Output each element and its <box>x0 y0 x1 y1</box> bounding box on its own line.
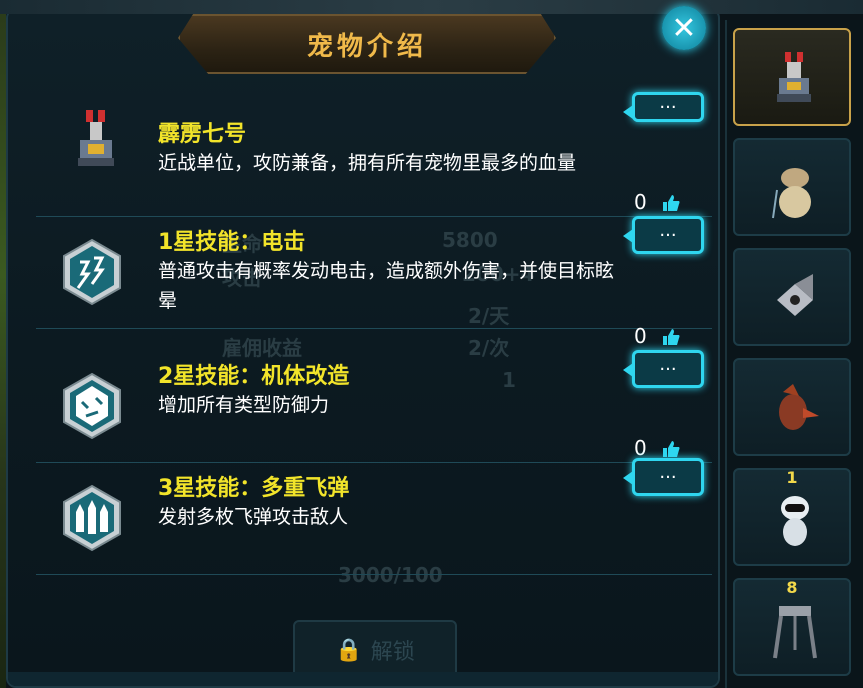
skill-description: 普通攻击有概率发动电击，造成额外伤害，并使目标眩晕 <box>158 260 615 312</box>
missiles-icon <box>63 484 121 552</box>
armor-upgrade-icon <box>63 372 121 440</box>
like-count: 0 <box>634 324 647 348</box>
pet-info-panel: 生命 5800 攻击 200+4 2/天 雇佣收益 2/次 1 3000/100… <box>6 8 720 688</box>
skill-row-3: 3星技能：多重飞弹 发射多枚飞弹攻击敌人 <box>36 462 712 575</box>
pet-description: 近战单位，攻防兼备，拥有所有宠物里最多的血量 <box>158 152 577 174</box>
pet-slot-2[interactable] <box>733 138 851 236</box>
comment-label: ··· <box>659 96 677 118</box>
lock-icon: 🔒 <box>335 637 363 663</box>
walker-pet-icon <box>773 606 817 659</box>
skill-description: 增加所有类型防御力 <box>158 394 330 416</box>
pet-name: 霹雳七号 <box>158 122 247 147</box>
pet-slot-1[interactable] <box>733 28 851 126</box>
eve-robot-pet-icon <box>781 496 809 546</box>
drone-pet-icon <box>777 274 813 316</box>
page-title: 宠物介绍 <box>306 31 427 62</box>
pet-header-row: 霹雳七号 近战单位，攻防兼备，拥有所有宠物里最多的血量 0 <box>36 96 712 217</box>
robot-pet-icon <box>777 52 811 102</box>
close-icon: ✕ <box>671 10 697 46</box>
bird-pet-icon <box>779 384 819 430</box>
skill-row-2: 2星技能：机体改造 增加所有类型防御力 0 <box>36 350 712 463</box>
pet-slot-6[interactable]: 8 <box>733 578 851 676</box>
pet-level-badge: 1 <box>786 468 798 487</box>
pet-sidebar: 1 8 <box>725 20 863 688</box>
pet-slot-3[interactable] <box>733 248 851 346</box>
pet-level-badge: 8 <box>786 578 798 597</box>
pet-slot-5[interactable]: 1 <box>733 468 851 566</box>
thumbs-up-icon[interactable] <box>662 328 680 346</box>
skill-name: 1星技能：电击 <box>158 230 306 255</box>
like-count: 0 <box>634 436 647 460</box>
top-frame <box>0 0 863 14</box>
unlock-button[interactable]: 🔒 解锁 <box>293 620 457 680</box>
skill-name: 2星技能：机体改造 <box>158 364 350 389</box>
goblin-pet-icon <box>772 168 811 219</box>
lightning-icon <box>63 238 121 306</box>
thumbs-up-icon[interactable] <box>662 194 680 212</box>
thumbs-up-icon[interactable] <box>662 440 680 458</box>
unlock-label: 解锁 <box>370 640 415 665</box>
skill-name: 3星技能：多重飞弹 <box>158 476 350 501</box>
like-count: 0 <box>634 190 647 214</box>
bottom-strip <box>8 672 718 686</box>
skill-row-1: 1星技能：电击 普通攻击有概率发动电击，造成额外伤害，并使目标眩晕 0 <box>36 216 712 348</box>
title-plate: 宠物介绍 <box>178 14 556 74</box>
robot-pet-icon <box>78 110 114 166</box>
pet-slot-4[interactable] <box>733 358 851 456</box>
close-button[interactable]: ✕ <box>662 6 706 50</box>
comment-button[interactable]: ··· <box>623 92 704 122</box>
skill-description: 发射多枚飞弹攻击敌人 <box>158 506 349 528</box>
